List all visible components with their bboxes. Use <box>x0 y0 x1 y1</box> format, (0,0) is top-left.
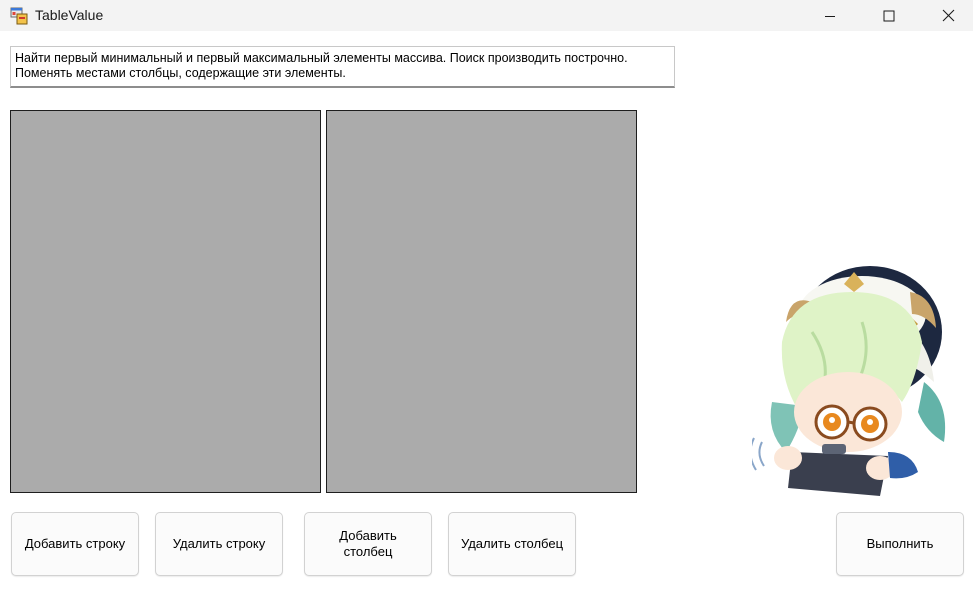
main-window: TableValue Найти первый минимальный и пе… <box>0 0 973 597</box>
execute-button[interactable]: Выполнить <box>836 512 964 576</box>
maximize-icon <box>883 10 895 22</box>
delete-column-button[interactable]: Удалить столбец <box>448 512 576 576</box>
add-column-label: Добавить столбец <box>339 528 397 559</box>
matrix-grid-left[interactable] <box>10 110 321 493</box>
window-title: TableValue <box>35 7 104 23</box>
close-icon <box>942 9 955 22</box>
minimize-icon <box>824 10 836 22</box>
add-row-button[interactable]: Добавить строку <box>11 512 139 576</box>
mascot-image <box>749 262 952 498</box>
title-bar[interactable]: TableValue <box>0 0 973 31</box>
add-column-button[interactable]: Добавить столбец <box>304 512 432 576</box>
close-button[interactable] <box>919 0 973 31</box>
maximize-button[interactable] <box>860 0 918 31</box>
delete-row-button[interactable]: Удалить строку <box>155 512 283 576</box>
matrix-grid-right[interactable] <box>326 110 637 493</box>
app-icon <box>10 7 28 25</box>
task-description: Найти первый минимальный и первый максим… <box>10 46 675 88</box>
minimize-button[interactable] <box>801 0 859 31</box>
